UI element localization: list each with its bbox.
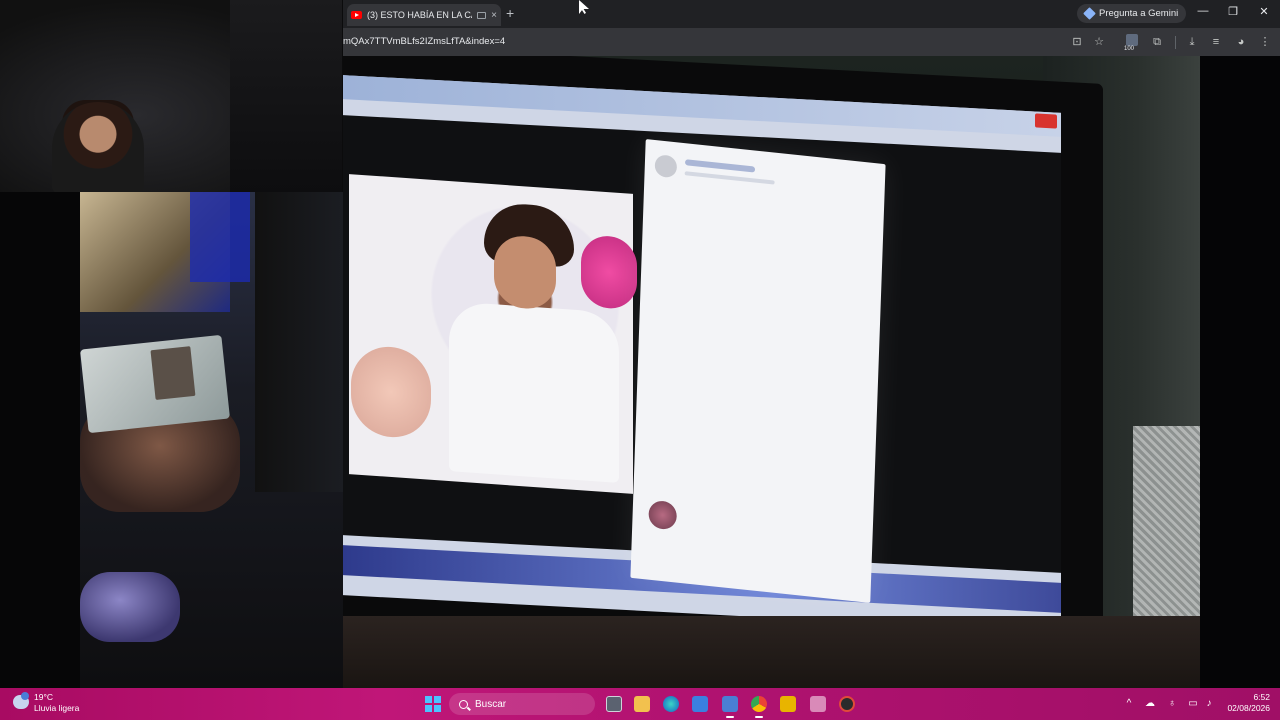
restore-button[interactable]: ❐: [1223, 5, 1243, 18]
minimize-button[interactable]: —: [1193, 5, 1213, 17]
right-dark-strip: [1200, 56, 1280, 688]
windows-logo-pane: [425, 705, 432, 712]
file-explorer-icon[interactable]: [634, 696, 650, 712]
weather-temp[interactable]: 19°C: [34, 692, 53, 702]
post-avatar: [654, 154, 678, 179]
tab-title: (3) ESTO HABÍA EN LA CAJA: [367, 10, 472, 20]
webcam-overlay: [0, 0, 342, 192]
microphone-icon[interactable]: ♁: [1166, 698, 1178, 710]
girl-face: [494, 234, 556, 311]
blue-object: [190, 192, 250, 282]
comment-avatar: [648, 499, 678, 531]
url-text[interactable]: mQAx7TTVmBLfs2IZmsLfTA&index=4: [343, 36, 505, 47]
tray-overflow-icon[interactable]: ^: [1123, 698, 1135, 710]
windows-logo-pane: [434, 705, 441, 712]
task-view-icon[interactable]: [606, 696, 622, 712]
star-icon[interactable]: ☆: [1092, 35, 1106, 49]
extensions-icon[interactable]: ⧉: [1150, 35, 1164, 49]
post-author-blur: [684, 159, 756, 173]
baby-image: [351, 344, 431, 440]
left-dark-strip: [0, 192, 80, 688]
id-card-image: [80, 334, 231, 434]
start-button[interactable]: [425, 696, 441, 712]
gemini-label: Pregunta a Gemini: [1099, 8, 1179, 19]
search-icon: [459, 699, 468, 709]
browser-tab[interactable]: (3) ESTO HABÍA EN LA CAJA ×: [347, 4, 501, 26]
menu-icon[interactable]: ⋮: [1258, 35, 1272, 49]
browser-tabbar: (3) ESTO HABÍA EN LA CAJA × + Pregunta a…: [343, 0, 1280, 28]
volume-icon[interactable]: ♪: [1203, 698, 1215, 710]
windows-logo-pane: [425, 696, 432, 703]
store-icon[interactable]: [692, 696, 708, 712]
clock-date: 02/08/2026: [1227, 703, 1270, 713]
windows-logo-pane: [434, 696, 441, 703]
notepad-icon[interactable]: [810, 696, 826, 712]
social-post-panel: [630, 139, 886, 603]
pink-flower: [581, 234, 637, 311]
weather-condition[interactable]: Lluvia ligera: [34, 703, 79, 713]
edge-icon[interactable]: [663, 696, 679, 712]
search-label: Buscar: [475, 698, 507, 710]
weather-icon[interactable]: [13, 692, 29, 709]
new-tab-button[interactable]: +: [506, 5, 514, 21]
taskbar-clock[interactable]: 6:52 02/08/2026: [1218, 692, 1270, 714]
video-player[interactable]: [343, 56, 1200, 688]
streamer-figure: [52, 102, 144, 192]
download-icon[interactable]: ⤓: [1185, 35, 1199, 49]
install-icon[interactable]: ⊡: [1070, 35, 1084, 49]
network-icon[interactable]: ▭: [1187, 698, 1199, 710]
toolbar-divider: [1175, 36, 1176, 49]
extension-badge-count: 100: [1124, 46, 1135, 52]
gemini-icon: [1083, 7, 1096, 20]
windows-taskbar: 19°C Lluvia ligera Buscar ^ ☁ ♁ ▭ ♪ 6:52…: [0, 688, 1280, 720]
mouse-cursor-icon: [579, 0, 589, 14]
monitor-window-close: [1035, 113, 1057, 129]
chrome-icon[interactable]: [751, 696, 767, 718]
obs-icon[interactable]: [839, 696, 855, 712]
bottle-image: [80, 572, 180, 642]
children-photo: [349, 174, 637, 494]
video-left-scene: [80, 192, 343, 688]
desk-surface: [343, 616, 1200, 688]
gemini-button[interactable]: Pregunta a Gemini: [1077, 4, 1187, 23]
profile-icon[interactable]: ◕: [1234, 35, 1248, 49]
girl-shirt: [449, 301, 619, 483]
cast-icon: [477, 11, 487, 19]
monitor-edge: [255, 192, 343, 492]
youtube-icon: [351, 11, 362, 19]
media-app-icon[interactable]: [780, 696, 796, 712]
close-window-button[interactable]: ✕: [1254, 5, 1274, 18]
webcam-background: [230, 0, 342, 192]
mail-icon[interactable]: [722, 696, 738, 718]
extension-badge-icon[interactable]: [1126, 34, 1138, 46]
clock-time: 6:52: [1253, 692, 1270, 702]
media-controls-icon[interactable]: ≡: [1209, 35, 1223, 49]
id-card-photo: [150, 346, 196, 401]
onedrive-icon[interactable]: ☁: [1144, 698, 1156, 710]
screen: (3) ESTO HABÍA EN LA CAJA × + Pregunta a…: [0, 0, 1280, 720]
tab-close-icon[interactable]: ×: [491, 10, 497, 21]
post-meta-blur: [684, 171, 775, 185]
taskbar-search[interactable]: Buscar: [449, 693, 595, 715]
address-bar[interactable]: mQAx7TTVmBLfs2IZmsLfTA&index=4 ⊡ ☆ 100 ⧉…: [343, 28, 1280, 56]
